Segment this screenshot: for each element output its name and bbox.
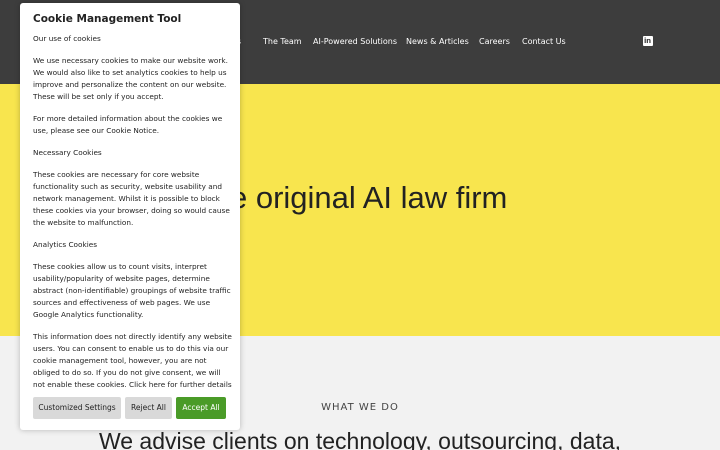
reject-all-button[interactable]: Reject All [125, 397, 172, 419]
cookie-paragraph: We use necessary cookies to make our web… [33, 56, 228, 101]
linkedin-glyph: in [644, 37, 651, 45]
nav-item-contact-us[interactable]: Contact Us [522, 36, 566, 48]
nav-item-careers[interactable]: Careers [479, 36, 510, 48]
accept-all-button[interactable]: Accept All [176, 397, 226, 419]
cookie-paragraph: This information does not directly ident… [33, 332, 232, 389]
cookie-paragraph: These cookies are necessary for core web… [33, 170, 230, 227]
nav-item-the-team[interactable]: The Team [263, 36, 302, 48]
cookie-dialog: Cookie Management Tool Our use of cookie… [20, 3, 240, 430]
cookie-dialog-title: Cookie Management Tool [33, 13, 182, 25]
cookie-heading-our-use: Our use of cookies [33, 34, 101, 43]
nav-item-ai-powered-solutions[interactable]: AI-Powered Solutions [313, 36, 397, 48]
cookie-dialog-body[interactable]: Our use of cookies We use necessary cook… [33, 33, 233, 391]
section-heading: We advise clients on technology, outsour… [98, 428, 622, 450]
cookie-dialog-actions: Customized Settings Reject All Accept Al… [33, 397, 233, 419]
cookie-paragraph: For more detailed information about the … [33, 114, 223, 135]
nav-item-news-articles[interactable]: News & Articles [406, 36, 469, 48]
linkedin-icon[interactable]: in [643, 36, 653, 46]
cookie-paragraph: These cookies allow us to count visits, … [33, 262, 231, 319]
cookie-heading-analytics: Analytics Cookies [33, 240, 98, 249]
customized-settings-button[interactable]: Customized Settings [33, 397, 121, 419]
cookie-heading-necessary: Necessary Cookies [33, 148, 102, 157]
